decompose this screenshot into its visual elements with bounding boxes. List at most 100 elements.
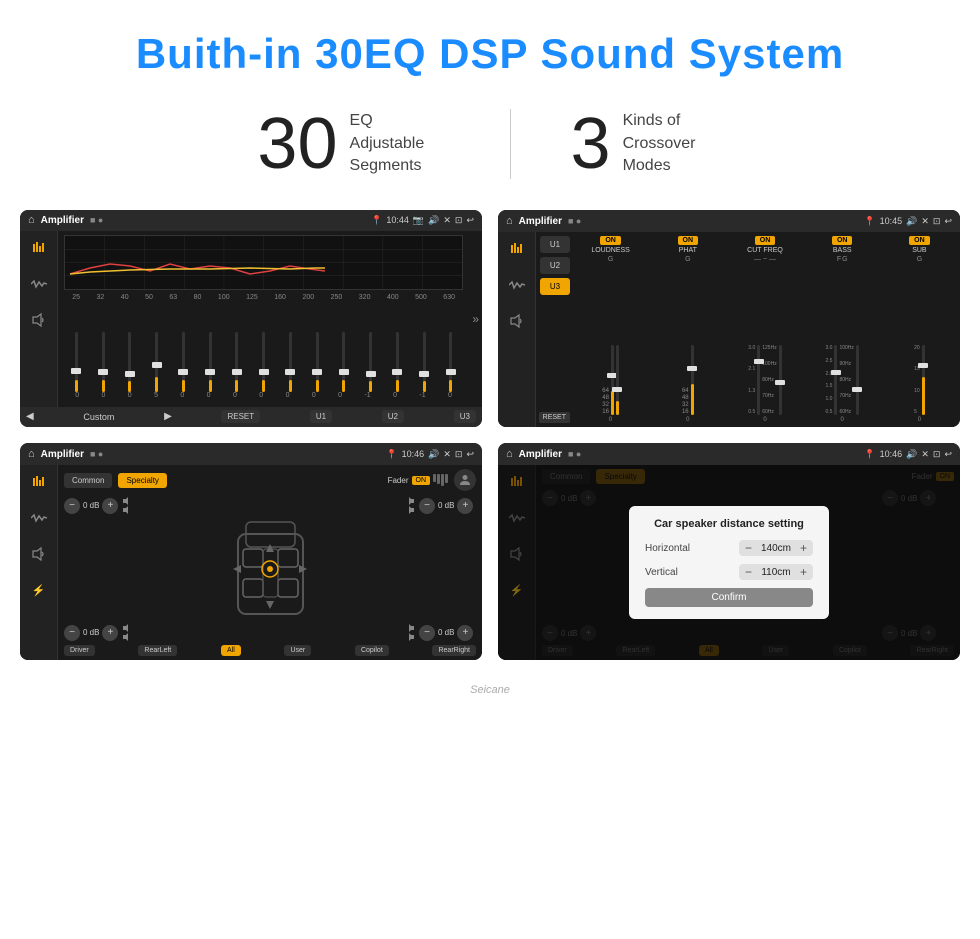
eq-slider-13[interactable]	[423, 332, 426, 392]
close-icon2[interactable]: ✕	[921, 216, 929, 227]
eq-icon[interactable]	[28, 237, 50, 259]
expand-icon4[interactable]: ⊡	[933, 449, 941, 460]
cutfreq-on[interactable]: ON	[755, 236, 776, 245]
right-top-minus[interactable]: −	[419, 498, 435, 514]
waveform-icon3[interactable]	[28, 507, 50, 529]
volume-icon3: 🔊	[428, 449, 439, 460]
back-icon[interactable]: ↩	[466, 215, 474, 226]
rear-left-btn[interactable]: RearLeft	[138, 645, 177, 656]
left-top-minus[interactable]: −	[64, 498, 80, 514]
phat-label: PHAT	[679, 247, 697, 254]
waveform-icon2[interactable]	[506, 274, 528, 296]
screen1-title: Amplifier	[41, 215, 84, 226]
speaker-icon3[interactable]	[28, 543, 50, 565]
confirm-button[interactable]: Confirm	[645, 588, 813, 607]
left-bot-minus[interactable]: −	[64, 625, 80, 641]
home-icon4[interactable]: ⌂	[506, 448, 513, 460]
back-icon4[interactable]: ↩	[944, 449, 952, 460]
u2-btn[interactable]: U2	[382, 410, 404, 423]
screen2-statusbar: ⌂ Amplifier ■ ● 📍 10:45 🔊 ✕ ⊡ ↩	[498, 210, 960, 232]
expand-icon3[interactable]: ⊡	[455, 449, 463, 460]
eq-slider-3[interactable]	[155, 332, 158, 392]
spk-icons-left	[123, 497, 133, 514]
screens-grid: ⌂ Amplifier ■ ● 📍 10:44 📷 🔊 ✕ ⊡ ↩	[0, 210, 980, 680]
screen3-title: Amplifier	[41, 449, 84, 460]
eq-slider-12[interactable]	[396, 332, 399, 392]
home-icon2[interactable]: ⌂	[506, 215, 513, 227]
spk-icons-right	[404, 497, 414, 514]
eq-icon3[interactable]	[28, 471, 50, 493]
eq-slider-11[interactable]	[369, 332, 372, 392]
close-icon3[interactable]: ✕	[443, 449, 451, 460]
horizontal-minus[interactable]: −	[745, 542, 752, 554]
next-btn[interactable]: ▶	[164, 411, 172, 422]
all-btn[interactable]: All	[221, 645, 241, 656]
bluetooth-icon3[interactable]: ⚡	[28, 579, 50, 601]
eq-slider-4[interactable]	[182, 332, 185, 392]
eq-icon2[interactable]	[506, 238, 528, 260]
cross-preset-btns: U1 U2 U3 RESET	[540, 236, 570, 423]
u3-btn[interactable]: U3	[454, 410, 476, 423]
eq-values-row: 00050000000-10-10	[64, 392, 463, 399]
stat-block-eq: 30 EQ Adjustable Segments	[197, 108, 509, 180]
eq-slider-1[interactable]	[102, 332, 105, 392]
prev-btn[interactable]: ◀	[26, 411, 34, 422]
home-icon[interactable]: ⌂	[28, 214, 35, 226]
u3-preset[interactable]: U3	[540, 278, 570, 295]
u2-preset[interactable]: U2	[540, 257, 570, 274]
left-bot-plus[interactable]: +	[102, 625, 118, 641]
loudness-on[interactable]: ON	[600, 236, 621, 245]
common-btn[interactable]: Common	[64, 473, 112, 488]
screen3-statusbar: ⌂ Amplifier ■ ● 📍 10:46 🔊 ✕ ⊡ ↩	[20, 443, 482, 465]
waveform-icon[interactable]	[28, 273, 50, 295]
cross-reset-btn[interactable]: RESET	[539, 412, 570, 423]
expand-icon2[interactable]: ⊡	[933, 216, 941, 227]
rear-right-btn[interactable]: RearRight	[432, 645, 476, 656]
eq-slider-5[interactable]	[209, 332, 212, 392]
home-icon3[interactable]: ⌂	[28, 448, 35, 460]
eq-slider-6[interactable]	[235, 332, 238, 392]
right-top-plus[interactable]: +	[457, 498, 473, 514]
eq-slider-14[interactable]	[449, 332, 452, 392]
expand-icon[interactable]: ⊡	[455, 215, 463, 226]
watermark: Seicane	[0, 680, 980, 700]
horizontal-input[interactable]: − 140cm +	[739, 540, 813, 556]
eq-slider-0[interactable]	[75, 332, 78, 392]
screen4-statusbar: ⌂ Amplifier ■ ● 📍 10:46 🔊 ✕ ⊡ ↩	[498, 443, 960, 465]
driver-btn[interactable]: Driver	[64, 645, 95, 656]
close-icon[interactable]: ✕	[443, 215, 451, 226]
vertical-plus[interactable]: +	[800, 566, 807, 578]
u1-btn[interactable]: U1	[310, 410, 332, 423]
bass-on[interactable]: ON	[832, 236, 853, 245]
vertical-input[interactable]: − 110cm +	[739, 564, 813, 580]
eq-slider-7[interactable]	[262, 332, 265, 392]
left-top-plus[interactable]: +	[102, 498, 118, 514]
vertical-minus[interactable]: −	[745, 566, 752, 578]
eq-slider-8[interactable]	[289, 332, 292, 392]
reset-btn[interactable]: RESET	[221, 410, 260, 423]
speaker-icon[interactable]	[28, 309, 50, 331]
eq-slider-10[interactable]	[342, 332, 345, 392]
fader-on-badge[interactable]: ON	[412, 476, 431, 485]
u1-preset[interactable]: U1	[540, 236, 570, 253]
user-btn[interactable]: User	[284, 645, 311, 656]
phat-on[interactable]: ON	[678, 236, 699, 245]
back-icon3[interactable]: ↩	[466, 449, 474, 460]
screen2-time: 10:45	[880, 216, 903, 226]
eq-slider-2[interactable]	[128, 332, 131, 392]
ch-bass: ON BASS F G 3.0 2.5	[806, 236, 879, 423]
back-icon2[interactable]: ↩	[944, 216, 952, 227]
spk-icons-right2	[404, 624, 414, 641]
right-bot-minus[interactable]: −	[419, 625, 435, 641]
copilot-btn[interactable]: Copilot	[355, 645, 389, 656]
close-icon4[interactable]: ✕	[921, 449, 929, 460]
specialty-btn[interactable]: Specialty	[118, 473, 166, 488]
sub-on[interactable]: ON	[909, 236, 930, 245]
screen3-time: 10:46	[402, 449, 425, 459]
right-bot-plus[interactable]: +	[457, 625, 473, 641]
eq-slider-9[interactable]	[316, 332, 319, 392]
speaker-icon2[interactable]	[506, 310, 528, 332]
horizontal-plus[interactable]: +	[800, 542, 807, 554]
screen2-crossover: ⌂ Amplifier ■ ● 📍 10:45 🔊 ✕ ⊡ ↩	[498, 210, 960, 427]
eq-expand-btn[interactable]: »	[469, 231, 482, 407]
